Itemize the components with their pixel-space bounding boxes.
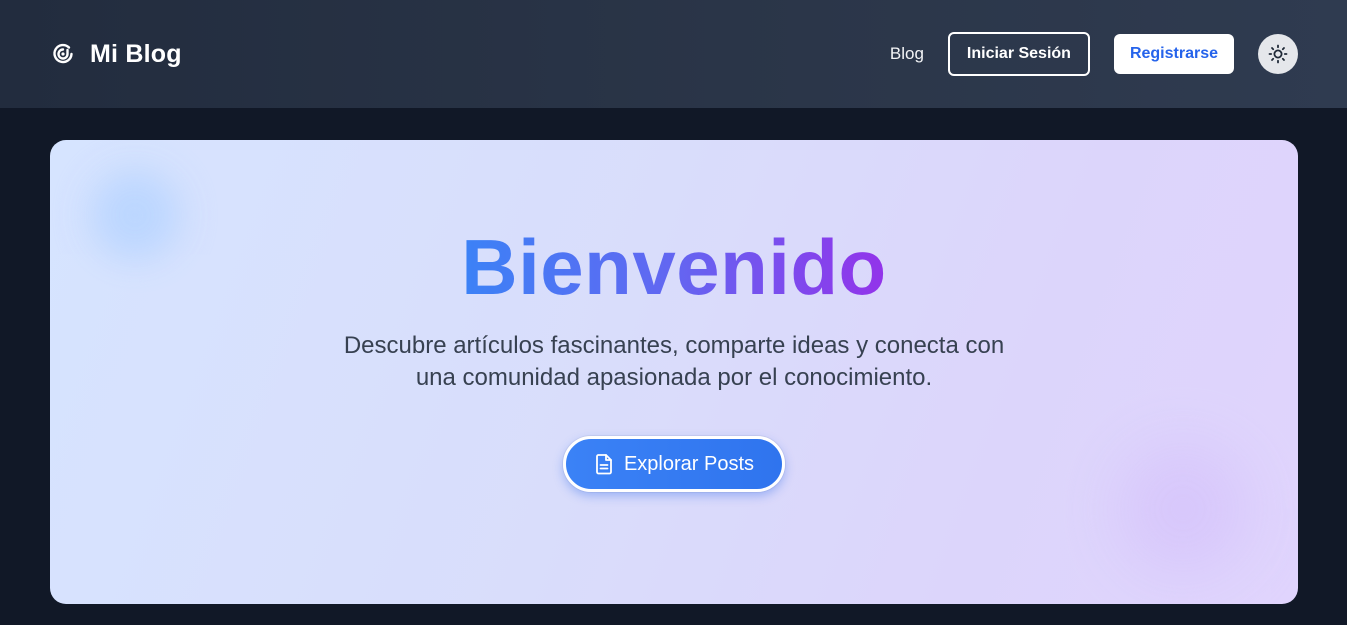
brand-link[interactable]: Mi Blog xyxy=(50,40,182,69)
brand-name: Mi Blog xyxy=(90,39,182,68)
nav-link-blog[interactable]: Blog xyxy=(890,44,924,64)
explore-posts-label: Explorar Posts xyxy=(623,452,755,475)
theme-toggle-button[interactable] xyxy=(1258,34,1298,74)
top-navbar: Mi Blog Blog Iniciar Sesión Registrarse xyxy=(0,0,1347,108)
register-button[interactable]: Registrarse xyxy=(1113,34,1234,74)
decorative-blob-right xyxy=(1118,444,1248,574)
document-icon xyxy=(594,453,614,475)
hero-title: Bienvenido xyxy=(50,228,1298,306)
hero-title-text: Bienvenido xyxy=(461,223,887,311)
explore-posts-button[interactable]: Explorar Posts xyxy=(563,436,785,492)
blog-logo-icon xyxy=(50,41,76,67)
nav-actions: Blog Iniciar Sesión Registrarse xyxy=(890,32,1298,76)
hero-section: Bienvenido Descubre artículos fascinante… xyxy=(50,140,1298,604)
login-button[interactable]: Iniciar Sesión xyxy=(947,32,1090,76)
sun-icon xyxy=(1268,44,1288,64)
hero-subtitle: Descubre artículos fascinantes, comparte… xyxy=(343,332,1005,391)
